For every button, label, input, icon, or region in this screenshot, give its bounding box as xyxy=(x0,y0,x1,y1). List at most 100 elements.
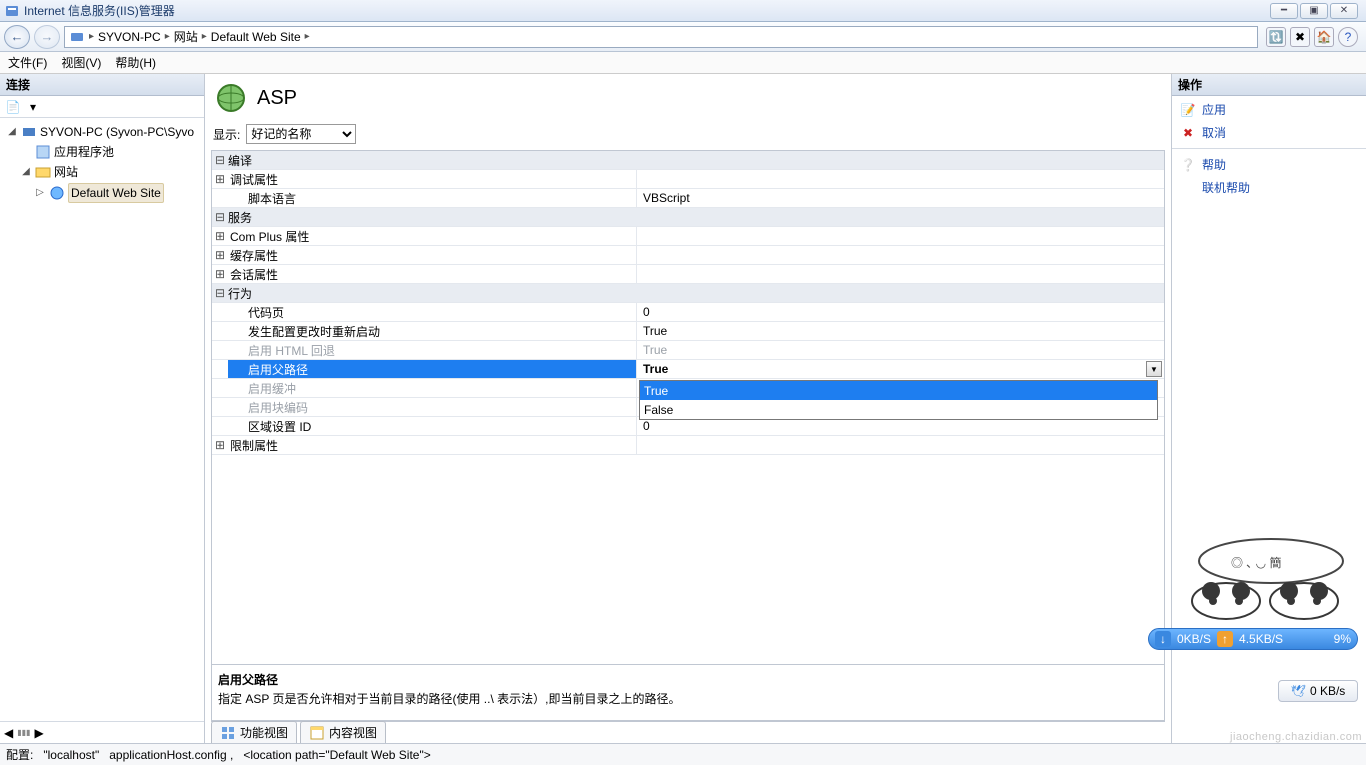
row-restart-on-config[interactable]: 发生配置更改时重新启动True xyxy=(212,322,1164,341)
maximize-button[interactable]: ▣ xyxy=(1300,3,1328,19)
net-percent: 9% xyxy=(1334,632,1351,646)
node-label: 应用程序池 xyxy=(54,143,114,161)
tree-node-default-site[interactable]: ▷ Default Web Site xyxy=(32,182,204,204)
chevron-down-icon[interactable]: ▼ xyxy=(1146,361,1162,377)
menu-help[interactable]: 帮助(H) xyxy=(115,54,156,71)
features-icon xyxy=(220,725,236,741)
collapse-icon[interactable]: ◢ xyxy=(20,163,32,181)
nav-left-icon[interactable]: ◀ xyxy=(4,726,13,740)
globe-icon xyxy=(49,185,65,201)
category-service[interactable]: ⊟服务 xyxy=(212,208,1164,227)
collapse-icon[interactable]: ⊟ xyxy=(212,153,228,167)
stop-icon[interactable]: ✖ xyxy=(1290,27,1310,47)
save-icon[interactable]: ▾ xyxy=(24,98,42,116)
content-icon xyxy=(309,725,325,741)
actions-header: 操作 xyxy=(1172,74,1366,96)
row-cache[interactable]: ⊞缓存属性 xyxy=(212,246,1164,265)
row-debug-props[interactable]: ⊞调试属性 xyxy=(212,170,1164,189)
status-location: <location path="Default Web Site"> xyxy=(243,748,430,762)
dropdown-popup: True False xyxy=(639,380,1158,420)
dropdown-option-true[interactable]: True xyxy=(640,381,1157,400)
navbar: ← → ▸ SYVON-PC ▸ 网站 ▸ Default Web Site ▸… xyxy=(0,22,1366,52)
asp-icon xyxy=(215,82,247,114)
separator xyxy=(1172,148,1366,149)
window-controls: ━ ▣ ✕ xyxy=(1270,3,1362,19)
row-script-language[interactable]: 脚本语言VBScript xyxy=(212,189,1164,208)
collapse-icon[interactable]: ◢ xyxy=(6,123,18,141)
nav-tools: 🔃 ✖ 🏠 ? xyxy=(1262,27,1362,47)
connections-header: 连接 xyxy=(0,74,204,96)
left-footer: ◀ ▮▮▮ ▶ xyxy=(0,721,204,743)
expand-icon[interactable]: ⊞ xyxy=(212,438,228,452)
cancel-icon: ✖ xyxy=(1180,126,1196,140)
help-title: 启用父路径 xyxy=(218,671,1158,688)
category-behavior[interactable]: ⊟行为 xyxy=(212,284,1164,303)
statusbar: 配置: "localhost" applicationHost.config ,… xyxy=(0,743,1366,765)
download-icon: ↓ xyxy=(1155,631,1171,647)
dropdown-option-false[interactable]: False xyxy=(640,400,1157,419)
menu-view[interactable]: 视图(V) xyxy=(61,54,101,71)
upload-icon: ↑ xyxy=(1217,631,1233,647)
tree-node-apppool[interactable]: 应用程序池 xyxy=(18,142,204,162)
network-badge[interactable]: 🕊 0 KB/s xyxy=(1278,680,1358,702)
row-complus[interactable]: ⊞Com Plus 属性 xyxy=(212,227,1164,246)
expand-icon[interactable]: ▷ xyxy=(34,184,46,202)
net-badge-value: 0 KB/s xyxy=(1310,684,1345,698)
home-icon[interactable]: 🏠 xyxy=(1314,27,1334,47)
breadcrumb[interactable]: ▸ SYVON-PC ▸ 网站 ▸ Default Web Site ▸ xyxy=(64,26,1258,48)
network-speed-widget[interactable]: ↓0KB/S ↑4.5KB/S 9% xyxy=(1148,628,1358,650)
node-label: Default Web Site xyxy=(68,183,164,203)
download-speed: 0KB/S xyxy=(1177,632,1211,646)
expand-icon[interactable]: ⊞ xyxy=(212,248,228,262)
bird-icon: 🕊 xyxy=(1291,684,1306,698)
help-icon[interactable]: ? xyxy=(1338,27,1358,47)
iis-icon xyxy=(4,3,20,19)
node-label: 网站 xyxy=(54,163,78,181)
help-icon: ❔ xyxy=(1180,158,1196,172)
action-cancel[interactable]: ✖取消 xyxy=(1172,121,1366,144)
property-grid: ⊟编译 ⊞调试属性 脚本语言VBScript ⊟服务 ⊞Com Plus 属性 … xyxy=(211,150,1165,665)
row-enable-parent-path[interactable]: 启用父路径True▼ xyxy=(212,360,1164,379)
refresh-icon[interactable]: 🔃 xyxy=(1266,27,1286,47)
row-html-fallback: 启用 HTML 回退True xyxy=(212,341,1164,360)
chevron-right-icon: ▸ xyxy=(202,31,207,42)
expand-icon[interactable]: ⊞ xyxy=(212,267,228,281)
page-title: ASP xyxy=(257,87,297,110)
watermark: jiaocheng.chazidian.com xyxy=(1230,731,1362,743)
connections-tree: ◢ SYVON-PC (Syvon-PC\Syvo 应用程序池 ◢ 网站 ▷ D… xyxy=(0,118,204,721)
row-session[interactable]: ⊞会话属性 xyxy=(212,265,1164,284)
connections-pane: 连接 📄 ▾ ◢ SYVON-PC (Syvon-PC\Syvo 应用程序池 ◢… xyxy=(0,74,205,743)
display-select[interactable]: 好记的名称 xyxy=(246,124,356,144)
crumb-sites[interactable]: 网站 xyxy=(174,28,198,45)
server-icon xyxy=(69,29,85,45)
tab-content-view[interactable]: 内容视图 xyxy=(300,721,386,743)
feature-header: ASP xyxy=(211,80,1165,122)
action-apply[interactable]: 📝应用 xyxy=(1172,98,1366,121)
connections-toolbar: 📄 ▾ xyxy=(0,96,204,118)
collapse-icon[interactable]: ⊟ xyxy=(212,286,228,300)
minimize-button[interactable]: ━ xyxy=(1270,3,1298,19)
action-online-help[interactable]: 联机帮助 xyxy=(1172,176,1366,199)
category-compile[interactable]: ⊟编译 xyxy=(212,151,1164,170)
tree-node-sites[interactable]: ◢ 网站 xyxy=(18,162,204,182)
row-codepage[interactable]: 代码页0 xyxy=(212,303,1164,322)
property-help: 启用父路径 指定 ASP 页是否允许相对于当前目录的路径(使用 ..\ 表示法）… xyxy=(211,665,1165,721)
close-button[interactable]: ✕ xyxy=(1330,3,1358,19)
chevron-right-icon: ▸ xyxy=(89,31,94,42)
view-tabs: 功能视图 内容视图 xyxy=(211,721,1165,743)
tree-node-server[interactable]: ◢ SYVON-PC (Syvon-PC\Syvo xyxy=(4,122,204,142)
forward-button[interactable]: → xyxy=(34,25,60,49)
crumb-site[interactable]: Default Web Site xyxy=(211,30,301,44)
crumb-host[interactable]: SYVON-PC xyxy=(98,30,161,44)
nav-right-icon[interactable]: ▶ xyxy=(34,726,43,740)
tab-features-view[interactable]: 功能视图 xyxy=(211,721,297,743)
row-limits[interactable]: ⊞限制属性 xyxy=(212,436,1164,455)
expand-icon[interactable]: ⊞ xyxy=(212,229,228,243)
add-connection-icon[interactable]: 📄 xyxy=(4,98,22,116)
expand-icon[interactable]: ⊞ xyxy=(212,172,228,186)
back-button[interactable]: ← xyxy=(4,25,30,49)
menu-file[interactable]: 文件(F) xyxy=(8,54,47,71)
server-icon xyxy=(21,124,37,140)
collapse-icon[interactable]: ⊟ xyxy=(212,210,228,224)
action-help[interactable]: ❔帮助 xyxy=(1172,153,1366,176)
